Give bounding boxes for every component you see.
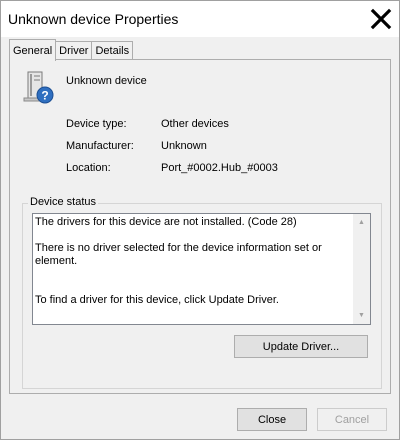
manufacturer-label: Manufacturer: — [66, 140, 134, 152]
svg-text:?: ? — [41, 89, 48, 103]
device-status-textbox[interactable]: The drivers for this device are not inst… — [32, 213, 371, 325]
unknown-device-icon: ? — [23, 71, 54, 104]
manufacturer-value: Unknown — [161, 140, 207, 152]
close-window-button[interactable] — [365, 3, 397, 35]
status-line: The drivers for this device are not inst… — [35, 216, 297, 228]
status-line: There is no driver selected for the devi… — [35, 242, 322, 267]
title-bar: Unknown device Properties — [1, 1, 399, 37]
location-label: Location: — [66, 162, 111, 174]
status-line: To find a driver for this device, click … — [35, 294, 279, 306]
tab-details[interactable]: Details — [91, 41, 134, 61]
device-type-label: Device type: — [66, 118, 127, 130]
device-status-group: Device status The drivers for this devic… — [22, 196, 382, 389]
properties-dialog: Unknown device Properties General Driver… — [0, 0, 400, 440]
close-button[interactable]: Close — [237, 408, 307, 431]
tab-general[interactable]: General — [9, 39, 57, 61]
tab-driver[interactable]: Driver — [55, 41, 93, 61]
scroll-down-arrow-icon[interactable]: ▼ — [353, 307, 370, 324]
location-value: Port_#0002.Hub_#0003 — [161, 162, 278, 174]
device-type-value: Other devices — [161, 118, 229, 130]
cancel-button[interactable]: Cancel — [317, 408, 387, 431]
device-name: Unknown device — [66, 75, 147, 87]
tab-strip: General Driver Details — [9, 39, 134, 61]
scroll-up-arrow-icon[interactable]: ▲ — [353, 214, 370, 231]
vertical-scrollbar[interactable]: ▲ ▼ — [353, 214, 370, 324]
update-driver-button[interactable]: Update Driver... — [234, 335, 368, 358]
device-status-title: Device status — [28, 196, 99, 208]
device-status-text: The drivers for this device are not inst… — [35, 216, 353, 320]
close-icon — [370, 8, 392, 30]
general-tab-panel: ? Unknown device Device type: Other devi… — [9, 59, 391, 394]
window-title: Unknown device Properties — [8, 11, 179, 27]
